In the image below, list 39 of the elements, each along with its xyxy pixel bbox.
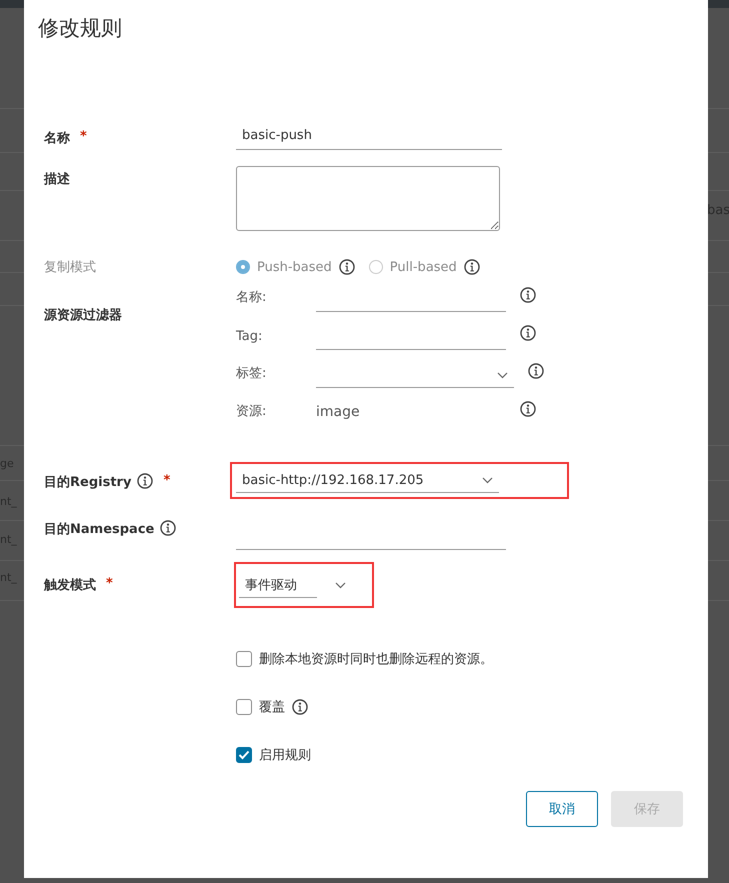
trigger-select[interactable]: 事件驱动 — [239, 572, 317, 598]
required-mark: * — [80, 129, 87, 144]
chevron-icon — [335, 582, 346, 588]
field-label: 目的Namespace — [44, 521, 154, 538]
info-icon[interactable] — [528, 363, 544, 379]
resource-value: image — [316, 404, 361, 422]
filter-label: 标签: — [236, 365, 268, 383]
info-icon[interactable] — [520, 325, 536, 341]
required-mark: * — [163, 473, 170, 488]
field-label: 描述 — [44, 171, 70, 188]
info-icon[interactable] — [520, 287, 536, 303]
description-field[interactable] — [236, 166, 500, 231]
field-label: 触发模式 — [44, 577, 96, 594]
checkbox-label[interactable]: 启用规则 — [259, 746, 311, 764]
checkbox[interactable] — [236, 651, 252, 667]
filter-label: Tag: — [236, 329, 264, 346]
field-label: 名称 — [44, 130, 70, 147]
cancel-button[interactable]: 取消 — [526, 791, 598, 827]
checkbox-label[interactable]: 覆盖 — [259, 698, 285, 716]
chevron-icon — [482, 476, 493, 484]
dialog-title: 修改规则 — [38, 15, 122, 42]
checkbox-label[interactable]: 删除本地资源时同时也删除远程的资源。 — [259, 650, 493, 668]
filter-label: 资源: — [236, 403, 268, 421]
checkbox[interactable] — [236, 747, 252, 763]
field-label: 目的Registry — [44, 474, 132, 491]
checkbox[interactable] — [236, 699, 252, 715]
info-icon[interactable] — [338, 259, 355, 275]
info-icon[interactable] — [464, 259, 480, 275]
field-label: 源资源过滤器 — [44, 307, 122, 324]
registry-select[interactable]: basic-http://192.168.17.205 — [236, 468, 499, 493]
filter-label: 名称: — [236, 289, 268, 307]
required-mark: * — [106, 576, 113, 591]
field-label: 复制模式 — [44, 259, 96, 276]
info-icon[interactable] — [520, 401, 536, 417]
chevron-icon — [497, 372, 508, 378]
info-icon[interactable] — [292, 699, 308, 715]
info-icon[interactable] — [137, 473, 154, 489]
info-icon[interactable] — [160, 520, 176, 536]
name-input[interactable]: basic-push — [236, 125, 502, 150]
